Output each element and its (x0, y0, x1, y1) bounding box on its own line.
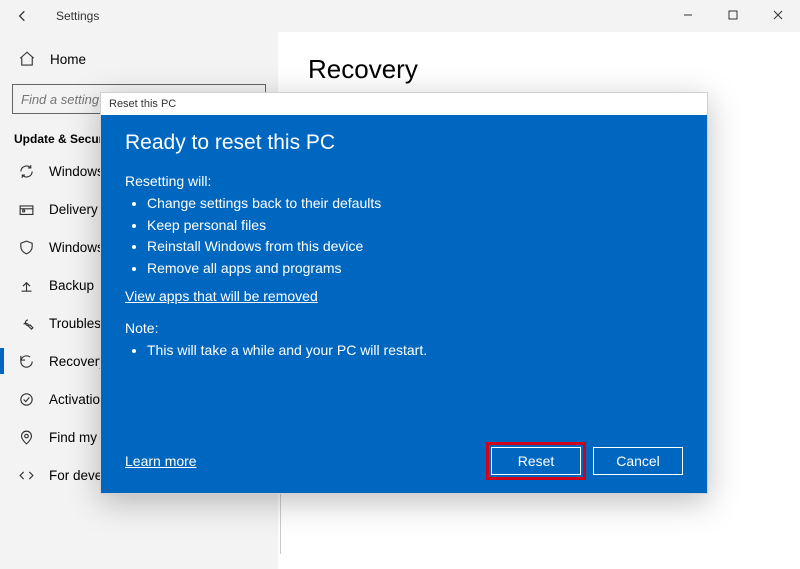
reset-dialog: Reset this PC Ready to reset this PC Res… (100, 92, 708, 494)
nav-label: Activation (49, 392, 108, 407)
dialog-title: Reset this PC (101, 93, 707, 115)
note-label: Note: (125, 320, 683, 336)
dialog-footer: Learn more Reset Cancel (125, 447, 683, 475)
titlebar: Settings (0, 0, 800, 32)
activation-icon (18, 391, 35, 408)
sync-icon (18, 163, 35, 180)
back-button[interactable] (8, 1, 38, 31)
reset-button[interactable]: Reset (491, 447, 581, 475)
reset-points-list: Change settings back to their defaults K… (125, 193, 683, 280)
learn-more-link[interactable]: Learn more (125, 453, 197, 469)
nav-label: Recovery (49, 354, 106, 369)
backup-icon (18, 277, 35, 294)
note-points-list: This will take a while and your PC will … (125, 340, 683, 362)
close-button[interactable] (755, 0, 800, 30)
sidebar-home[interactable]: Home (0, 42, 278, 76)
reset-point: Change settings back to their defaults (147, 193, 683, 215)
sidebar-home-label: Home (50, 52, 86, 67)
dialog-body: Ready to reset this PC Resetting will: C… (101, 115, 707, 493)
developers-icon (18, 467, 35, 484)
maximize-button[interactable] (710, 0, 755, 30)
nav-label: Backup (49, 278, 94, 293)
shield-icon (18, 239, 35, 256)
note-point: This will take a while and your PC will … (147, 340, 683, 362)
reset-point: Keep personal files (147, 215, 683, 237)
resetting-will-label: Resetting will: (125, 173, 683, 189)
page-title: Recovery (308, 54, 800, 85)
wrench-icon (18, 315, 35, 332)
reset-point: Remove all apps and programs (147, 258, 683, 280)
cancel-button[interactable]: Cancel (593, 447, 683, 475)
view-apps-link[interactable]: View apps that will be removed (125, 288, 318, 304)
delivery-icon (18, 201, 35, 218)
minimize-button[interactable] (665, 0, 710, 30)
location-icon (18, 429, 35, 446)
reset-point: Reinstall Windows from this device (147, 236, 683, 258)
dialog-heading: Ready to reset this PC (125, 131, 683, 155)
recovery-icon (18, 353, 35, 370)
window-title: Settings (56, 9, 99, 23)
